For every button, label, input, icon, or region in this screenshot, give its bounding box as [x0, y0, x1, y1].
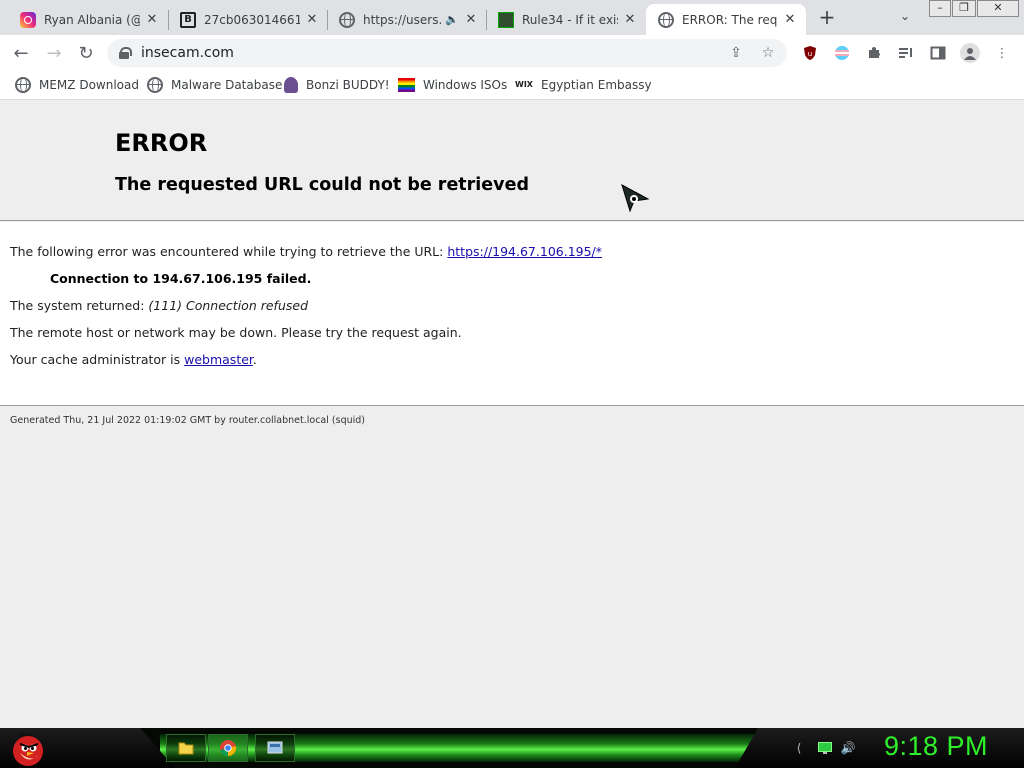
system-returned-line: The system returned: (111) Connection re…: [10, 298, 308, 313]
taskbar-chrome[interactable]: [208, 734, 248, 762]
instagram-icon: [20, 11, 36, 28]
cache-admin-suffix: .: [252, 352, 257, 367]
close-icon[interactable]: ✕: [782, 12, 798, 28]
taskbar-file-manager[interactable]: [166, 734, 206, 762]
tab-title: ERROR: The reque: [682, 12, 778, 27]
svg-text:u: u: [808, 50, 812, 58]
monitor-tray-icon[interactable]: [818, 741, 832, 755]
chevron-down-icon[interactable]: ⌄: [896, 9, 914, 27]
cache-admin-prefix: Your cache administrator is: [10, 352, 185, 367]
url-text[interactable]: insecam.com: [141, 45, 234, 61]
menu-icon[interactable]: ⋮: [993, 44, 1011, 62]
share-icon[interactable]: ⇪: [727, 45, 745, 63]
restore-button[interactable]: ❐: [952, 0, 976, 17]
network-tray-icon[interactable]: ⟨: [792, 741, 806, 755]
taskbar-screen-app[interactable]: [255, 734, 295, 762]
close-window-button[interactable]: ✕: [977, 0, 1019, 17]
bookmarks-bar: MEMZ Download Malware Database Bonzi BUD…: [0, 70, 1024, 100]
rule34-icon: [498, 11, 514, 28]
tab-title: https://users.: [363, 12, 442, 27]
system-returned-value: (111) Connection refused: [148, 298, 308, 313]
eye-cursor-icon: [621, 183, 650, 213]
tab-b[interactable]: B 27cb06301466151 ✕: [168, 4, 328, 35]
bookmark-egyptian-embassy[interactable]: WIX Egyptian Embassy: [515, 76, 652, 94]
bookmark-label: Egyptian Embassy: [541, 78, 652, 92]
browser-toolbar: ← → ↻ insecam.com ⇪ ☆ u ⋮: [0, 35, 1024, 70]
connection-failed-text: Connection to 194.67.106.195 failed.: [50, 271, 312, 286]
globe-icon: [658, 11, 674, 28]
speaker-icon[interactable]: 🔈: [445, 13, 459, 26]
taskbar: ⟨ 🔊 9:18 PM: [0, 728, 1024, 768]
trans-flag-icon[interactable]: [833, 44, 851, 62]
reload-button[interactable]: ↻: [73, 40, 99, 66]
new-tab-button[interactable]: +: [816, 7, 838, 29]
forward-button[interactable]: →: [41, 40, 67, 66]
error-url-line: The following error was encountered whil…: [10, 244, 602, 259]
error-header: ERROR The requested URL could not be ret…: [0, 101, 1024, 221]
bookmark-windows-isos[interactable]: Windows ISOs: [398, 76, 507, 94]
star-icon[interactable]: ☆: [759, 45, 777, 63]
tab-instagram[interactable]: Ryan Albania (@a ✕: [8, 4, 168, 35]
bookmark-label: Bonzi BUDDY!: [306, 78, 390, 92]
bookmark-bonzi[interactable]: Bonzi BUDDY!: [284, 76, 390, 94]
error-url-prefix: The following error was encountered whil…: [10, 244, 448, 259]
chrome-icon: [220, 740, 237, 757]
file-manager-icon: [178, 742, 194, 755]
bookmark-malware-database[interactable]: Malware Database: [147, 76, 282, 94]
screen-icon: [267, 741, 283, 754]
bookmark-label: MEMZ Download: [39, 78, 139, 92]
bookmark-label: Malware Database: [171, 78, 283, 92]
bonzi-icon: [284, 77, 298, 93]
lock-icon[interactable]: [119, 47, 132, 59]
b-icon: B: [180, 11, 196, 28]
error-url-link[interactable]: https://194.67.106.195/*: [447, 244, 602, 259]
globe-icon: [339, 11, 355, 28]
wix-icon: WIX: [515, 80, 533, 89]
tab-error[interactable]: ERROR: The reque ✕: [646, 4, 806, 35]
side-panel-icon[interactable]: [929, 44, 947, 62]
volume-tray-icon[interactable]: 🔊: [841, 741, 856, 755]
address-bar[interactable]: insecam.com ⇪ ☆: [107, 39, 787, 67]
tab-title: Ryan Albania (@a: [44, 12, 140, 27]
error-body: The following error was encountered whil…: [0, 222, 1024, 406]
bookmark-memz[interactable]: MEMZ Download: [15, 76, 139, 94]
tab-title: Rule34 - If it exist: [522, 12, 618, 27]
taskbar-clock[interactable]: 9:18 PM: [884, 731, 988, 762]
back-button[interactable]: ←: [8, 40, 34, 66]
globe-icon: [147, 77, 163, 93]
close-icon[interactable]: ✕: [144, 12, 160, 28]
page-title: ERROR: [115, 129, 208, 157]
page-content: ERROR The requested URL could not be ret…: [0, 101, 1024, 728]
tab-users[interactable]: https://users. 🔈 ✕: [327, 4, 487, 35]
angry-bird-start-icon[interactable]: [10, 729, 46, 767]
ublock-icon[interactable]: u: [801, 44, 819, 62]
system-returned-prefix: The system returned:: [10, 298, 149, 313]
generated-footer: Generated Thu, 21 Jul 2022 01:19:02 GMT …: [10, 415, 365, 426]
profile-avatar-icon[interactable]: [960, 43, 980, 63]
tab-rule34[interactable]: Rule34 - If it exist ✕: [486, 4, 646, 35]
tab-strip: Ryan Albania (@a ✕ B 27cb06301466151 ✕ h…: [0, 0, 1024, 35]
taskbar-glow: [160, 734, 760, 762]
webmaster-link[interactable]: webmaster: [184, 352, 253, 367]
close-icon[interactable]: ✕: [463, 12, 479, 28]
tab-title: 27cb06301466151: [204, 12, 300, 27]
rainbow-flag-icon: [398, 78, 415, 92]
page-subtitle: The requested URL could not be retrieved: [115, 175, 529, 195]
close-icon[interactable]: ✕: [304, 12, 320, 28]
media-queue-icon[interactable]: [897, 44, 915, 62]
cache-admin-line: Your cache administrator is webmaster.: [10, 352, 257, 367]
minimize-button[interactable]: –: [929, 0, 951, 17]
close-icon[interactable]: ✕: [622, 12, 638, 28]
remote-host-text: The remote host or network may be down. …: [10, 325, 462, 340]
globe-icon: [15, 77, 31, 93]
puzzle-icon[interactable]: [865, 44, 883, 62]
bookmark-label: Windows ISOs: [423, 78, 508, 92]
